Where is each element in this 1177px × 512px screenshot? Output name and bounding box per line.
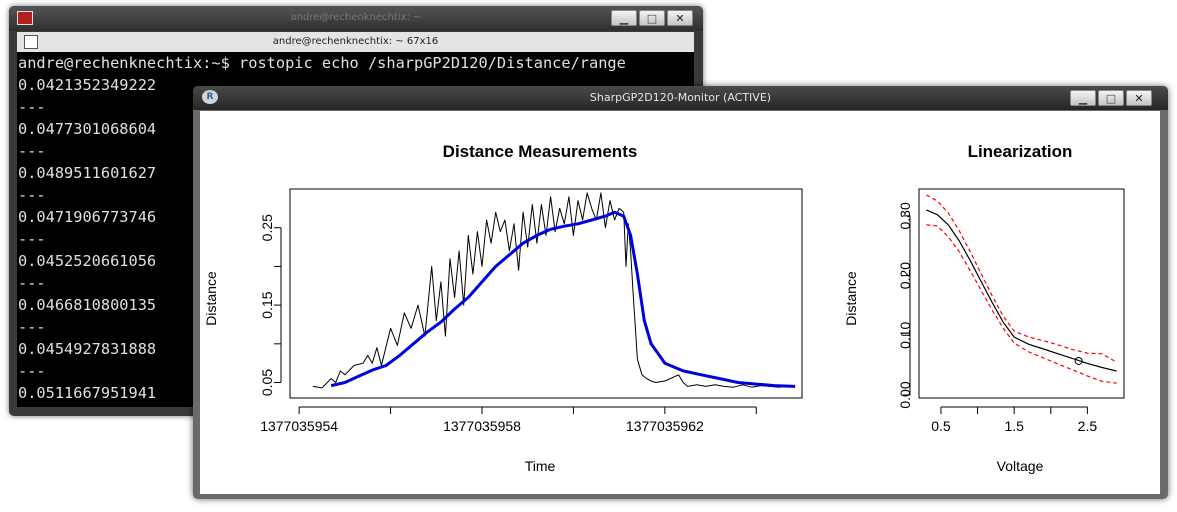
terminal-menubar: andre@rechenknechtix: ~ 67x16 [17,32,694,52]
terminal-titlebar[interactable]: andre@rechenknechtix: ~ ▁ □ ✕ [9,6,703,31]
chart-2-series-3-line [926,224,1117,384]
chart-2-series-1-line [926,209,1117,372]
chart-1-x-tick-label: 1377035962 [626,418,704,434]
plot-titlebar[interactable]: R SharpGP2D120-Monitor (ACTIVE) ▁ □ ✕ [193,86,1168,110]
chart-2-x-tick-label: 0.5 [931,418,951,434]
terminal-minimize-button[interactable]: ▁ [611,10,637,26]
terminal-close-button[interactable]: ✕ [667,10,693,26]
terminal-size-title: andre@rechenknechtix: ~ 67x16 [272,36,439,47]
terminal-output-value: 0.0471906773746 [18,208,157,226]
plot-canvas: Distance Measurements Time Distance 1377035… [200,111,1160,494]
terminal-output-value: 0.0454927831888 [18,340,157,358]
chart-2-y-axis-label: Distance [843,271,859,326]
chart-2-title: Linearization [968,142,1073,161]
terminal-separator: --- [18,230,46,248]
terminal-output-value: 0.0489511601627 [18,164,157,182]
plot-close-button[interactable]: ✕ [1126,90,1152,106]
chart-2-x-tick-label: 1.5 [1004,418,1024,434]
chart-2-y-tick-label: 0.30 [897,202,913,229]
plots-svg: Distance Measurements Time Distance 1377035… [203,142,1125,474]
chart-1-x-tick-label: 1377035958 [443,418,521,434]
plot-window-title: SharpGP2D120-Monitor (ACTIVE) [589,91,772,104]
terminal-output-value: 0.0452520661056 [18,252,157,270]
chart-1-x-axis-label: Time [525,458,556,474]
plot-maximize-button[interactable]: □ [1098,90,1124,106]
chart-2-x-axis-label: Voltage [997,458,1044,474]
chart-2-y-tick-label: 0.00 [897,381,913,408]
terminal-separator: --- [18,318,46,336]
terminal-output-value: 0.0511667951941 [18,384,157,402]
plot-window-controls: ▁ □ ✕ [1070,90,1152,106]
chart-1-y-tick-label: 0.05 [259,369,275,396]
chart-1-series-1-line [312,192,796,389]
chart-1-x-tick-label: 1377035954 [260,418,338,434]
chart-2-plot-frame [918,188,1125,399]
terminal-separator: --- [18,362,46,380]
terminal-window-title: andre@rechenknechtix: ~ [290,12,422,23]
chart-1-y-axis-label: Distance [203,271,219,326]
terminal-command-line: andre@rechenknechtix:~$ rostopic echo /s… [18,54,626,72]
chart-1-y-tick-label: 0.15 [259,291,275,318]
chart-1-title: Distance Measurements [443,142,638,161]
terminal-output-value: 0.0466810800135 [18,296,157,314]
chart-1-plot-frame [289,188,803,399]
terminal-separator: --- [18,274,46,292]
terminal-separator: --- [18,142,46,160]
terminal-separator: --- [18,186,46,204]
chart-2-series-2-line [926,194,1117,363]
plot-window[interactable]: R SharpGP2D120-Monitor (ACTIVE) ▁ □ ✕ Di… [193,86,1168,499]
terminal-separator: --- [18,98,46,116]
chart-2-y-tick-label: 0.10 [897,321,913,348]
chart-1-y-tick-label: 0.25 [259,214,275,241]
terminal-output-value: 0.0421352349222 [18,76,157,94]
terminal-maximize-button[interactable]: □ [639,10,665,26]
chart-1-series-2-line [330,210,796,388]
terminal-window-controls: ▁ □ ✕ [611,10,693,26]
plot-minimize-button[interactable]: ▁ [1070,90,1096,106]
chart-2-y-tick-label: 0.20 [897,262,913,289]
terminal-output-value: 0.0477301068604 [18,120,157,138]
chart-2-x-tick-label: 2.5 [1078,418,1098,434]
